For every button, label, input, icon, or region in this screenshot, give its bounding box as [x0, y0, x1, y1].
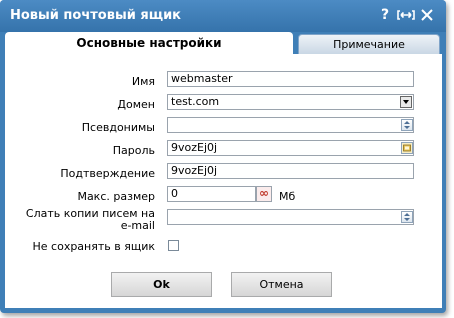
confirm-field[interactable]: 9vozEj0j	[167, 163, 414, 179]
generate-password-icon[interactable]	[401, 142, 413, 154]
help-icon[interactable]: ?	[377, 6, 393, 24]
aliases-field[interactable]	[167, 117, 414, 133]
max-size-unit: Мб	[279, 190, 296, 203]
domain-value: test.com	[171, 95, 220, 108]
copy-email-label-line2: e-mail	[120, 219, 155, 232]
tab-note[interactable]: Примечание	[298, 34, 440, 54]
no-save-checkbox[interactable]	[168, 240, 179, 251]
ok-button[interactable]: Ok	[111, 272, 212, 297]
cancel-button[interactable]: Отмена	[231, 272, 332, 297]
confirm-label: Подтверждение	[60, 167, 155, 180]
domain-label: Домен	[117, 98, 155, 111]
aliases-stepper-icon[interactable]	[401, 119, 413, 131]
close-icon[interactable]	[419, 6, 435, 24]
mailbox-dialog: Новый почтовый ящик ? Основные настройки…	[0, 0, 446, 313]
unlimited-icon[interactable]: ∞	[256, 186, 272, 202]
tab-bar: Основные настройки Примечание	[5, 32, 442, 56]
no-save-label: Не сохранять в ящик	[32, 240, 156, 253]
tab-main-settings[interactable]: Основные настройки	[5, 32, 293, 56]
password-label: Пароль	[112, 144, 155, 157]
max-size-label: Макс. размер	[77, 190, 155, 203]
settings-panel: Имя webmaster Домен test.com Псевдонимы …	[5, 54, 442, 308]
name-field[interactable]: webmaster	[167, 71, 414, 87]
maximize-icon[interactable]	[396, 6, 416, 24]
copy-email-stepper-icon[interactable]	[401, 211, 413, 223]
title-bar[interactable]: Новый почтовый ящик ?	[0, 0, 446, 32]
copy-email-field[interactable]	[167, 209, 414, 225]
password-field[interactable]: 9vozEj0j	[167, 140, 414, 156]
dropdown-arrow-icon[interactable]	[400, 96, 412, 108]
max-size-field[interactable]: 0	[167, 186, 256, 202]
name-label: Имя	[131, 75, 155, 88]
domain-select[interactable]: test.com	[167, 94, 414, 110]
aliases-label: Псевдонимы	[81, 121, 155, 134]
dialog-title: Новый почтовый ящик	[10, 8, 181, 23]
